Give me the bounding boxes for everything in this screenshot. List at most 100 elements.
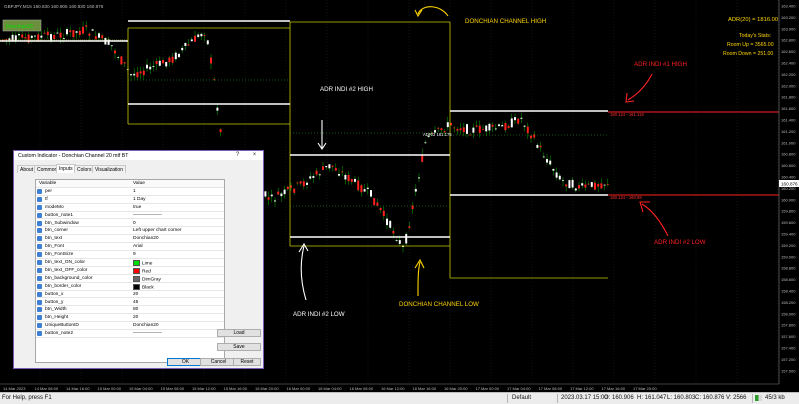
input-variable: button_note1 bbox=[45, 212, 74, 218]
input-row[interactable]: btn_Height 20 bbox=[36, 314, 224, 323]
dialog-title: Custom Indicator - Donchian Channel 20 m… bbox=[18, 153, 129, 159]
parameter-icon bbox=[37, 267, 42, 273]
input-value[interactable]: 20 bbox=[133, 315, 138, 320]
time-tick-label: 16 Mar 20:00 bbox=[444, 386, 468, 391]
tab-visualization[interactable]: Visualization bbox=[92, 165, 126, 173]
input-variable: button_note2 bbox=[45, 331, 74, 337]
bar-high: H: 161.047 bbox=[637, 395, 667, 401]
input-row[interactable]: btn_Subwindow 0 bbox=[36, 220, 224, 228]
parameter-icon bbox=[37, 220, 42, 226]
current-price-label: 160.876 bbox=[781, 182, 798, 187]
parameter-icon bbox=[37, 283, 42, 289]
price-tick-label: 159.400 bbox=[781, 232, 796, 237]
parameter-icon bbox=[37, 299, 42, 305]
help-icon[interactable]: ? bbox=[233, 152, 242, 159]
time-tick-label: 16 Mar 08:00 bbox=[350, 386, 374, 391]
input-value[interactable]: 1 bbox=[133, 189, 136, 194]
input-value[interactable]: —————— bbox=[133, 331, 162, 336]
input-value[interactable]: —————— bbox=[133, 213, 162, 218]
input-value[interactable]: Donchian20 bbox=[133, 323, 159, 328]
price-tick-label: 161.000 bbox=[781, 140, 796, 145]
input-row[interactable]: btn_border_color Black bbox=[36, 283, 224, 291]
input-variable: btn_FontSize bbox=[45, 252, 74, 258]
input-row[interactable]: btn_corner Left upper chart corner bbox=[36, 227, 224, 236]
time-tick-label: 15 Mar 20:00 bbox=[255, 386, 279, 391]
parameter-icon bbox=[37, 331, 42, 337]
parameter-icon bbox=[37, 228, 42, 234]
input-variable: btn_Font bbox=[45, 244, 64, 250]
price-tick-label: 161.200 bbox=[781, 129, 796, 134]
input-value[interactable]: Arial bbox=[133, 244, 143, 249]
traffic-indicator: 45/3 kb bbox=[765, 395, 785, 401]
input-row[interactable]: modeMo true bbox=[36, 204, 224, 212]
variable-column-header: Variable bbox=[39, 181, 57, 186]
input-row[interactable]: button_y 45 bbox=[36, 299, 224, 307]
input-value[interactable]: 45 bbox=[133, 300, 138, 305]
time-tick-label: 16 Mar 00:00 bbox=[287, 386, 311, 391]
input-value[interactable]: Lime bbox=[133, 260, 152, 266]
input-value[interactable]: 80 bbox=[133, 307, 138, 312]
parameter-icon bbox=[37, 236, 42, 242]
adr2-low-annotation: ADR INDI #2 LOW bbox=[293, 311, 345, 318]
price-tick-label: 160.800 bbox=[781, 152, 796, 157]
input-value[interactable]: Black bbox=[133, 283, 154, 290]
load-button[interactable]: Load bbox=[217, 329, 261, 337]
parameter-icon bbox=[37, 315, 42, 321]
input-row[interactable]: button_x 20 bbox=[36, 291, 224, 299]
save-button[interactable]: Save bbox=[217, 343, 261, 351]
input-value[interactable]: Left upper chart corner bbox=[133, 228, 182, 233]
price-tick-label: 162.400 bbox=[781, 61, 796, 66]
input-row[interactable]: btn_FontSize 9 bbox=[36, 251, 224, 259]
input-value[interactable]: true bbox=[133, 205, 141, 210]
status-bar: For Help, press F1 Default 2023.03.17 15… bbox=[0, 392, 799, 404]
custom-indicator-dialog: Custom Indicator - Donchian Channel 20 m… bbox=[13, 150, 264, 369]
input-value[interactable]: 0 bbox=[133, 221, 136, 226]
price-tick-label: 157.000 bbox=[781, 368, 796, 373]
input-row[interactable]: btn_Font Arial bbox=[36, 243, 224, 252]
input-variable: btn_border_color bbox=[45, 283, 82, 289]
bar-low: L: 160.803 bbox=[667, 395, 696, 401]
input-value[interactable]: Donchian20 bbox=[133, 236, 159, 241]
time-tick-label: 17 Mar 12:00 bbox=[570, 386, 594, 391]
input-row[interactable]: per 1 bbox=[36, 188, 224, 196]
reset-button[interactable]: Reset bbox=[233, 358, 261, 366]
input-row[interactable]: btn_Width 80 bbox=[36, 306, 224, 315]
color-swatch bbox=[133, 267, 140, 274]
price-tick-label: 161.600 bbox=[781, 106, 796, 111]
price-tick-label: 159.000 bbox=[781, 254, 796, 259]
price-tick-label: 158.600 bbox=[781, 277, 796, 282]
input-row[interactable]: btn_text_ON_color Lime bbox=[36, 259, 224, 267]
inputs-grid[interactable]: Variable Value per 1 tf 1 Day modeMo true butt… bbox=[35, 179, 225, 363]
cancel-button[interactable]: Cancel bbox=[200, 358, 237, 366]
input-row[interactable]: UniqueButtonID Donchian20 bbox=[36, 322, 224, 331]
input-value[interactable]: 9 bbox=[133, 252, 136, 257]
parameter-icon bbox=[37, 196, 42, 202]
input-variable: tf bbox=[45, 196, 48, 202]
price-tick-label: 159.800 bbox=[781, 209, 796, 214]
input-row[interactable]: button_note2 —————— bbox=[36, 330, 224, 338]
input-value[interactable]: 20 bbox=[133, 292, 138, 297]
input-value[interactable]: DimGray bbox=[133, 275, 161, 282]
input-row[interactable]: tf 1 Day bbox=[36, 196, 224, 204]
input-variable: button_x bbox=[45, 291, 64, 297]
input-row[interactable]: btn_background_color DimGray bbox=[36, 275, 224, 283]
input-variable: button_y bbox=[45, 299, 64, 305]
help-hint: For Help, press F1 bbox=[2, 395, 52, 401]
dialog-title-bar[interactable]: Custom Indicator - Donchian Channel 20 m… bbox=[14, 151, 263, 160]
input-row[interactable]: button_note1 —————— bbox=[36, 212, 224, 220]
ok-button[interactable]: OK bbox=[167, 358, 204, 366]
input-value[interactable]: Red bbox=[133, 267, 151, 274]
price-tick-label: 161.800 bbox=[781, 95, 796, 100]
input-row[interactable]: btn_text Donchian20 bbox=[36, 235, 224, 244]
price-tick-label: 158.200 bbox=[781, 300, 796, 305]
tab-inputs[interactable]: Inputs bbox=[56, 164, 76, 173]
price-tick-label: 158.400 bbox=[781, 289, 796, 294]
bar-volume: V: 2566 bbox=[726, 395, 747, 401]
input-variable: btn_text bbox=[45, 236, 63, 242]
input-value[interactable]: 1 Day bbox=[133, 197, 146, 202]
value-column-header: Value bbox=[133, 181, 145, 186]
input-row[interactable]: btn_text_OFF_color Red bbox=[36, 267, 224, 275]
time-tick-label: 17 Mar 20:00 bbox=[633, 386, 657, 391]
parameter-icon bbox=[37, 291, 42, 297]
close-icon[interactable]: × bbox=[250, 152, 259, 159]
